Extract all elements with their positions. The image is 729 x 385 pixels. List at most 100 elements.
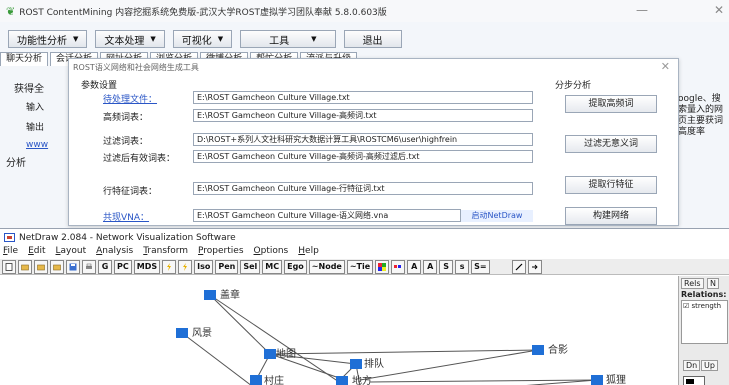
node-size-equal-button[interactable]: S=: [471, 259, 490, 274]
menu-transform[interactable]: Transform: [143, 246, 188, 259]
print-icon[interactable]: [82, 259, 96, 274]
node-label-fengjing: 风景: [192, 327, 212, 339]
open-folder-icon[interactable]: [34, 259, 48, 274]
graph-button[interactable]: G: [98, 259, 112, 274]
menu-edit[interactable]: Edit: [28, 246, 45, 259]
filtered-list-label: 过滤后有效词表：: [103, 154, 176, 164]
not-tie-button[interactable]: ~Tie: [346, 259, 374, 274]
menu-tools[interactable]: 工具 ▼: [240, 30, 336, 48]
menu-layout[interactable]: Layout: [56, 246, 87, 259]
mc-button[interactable]: MC: [262, 259, 283, 274]
node-cunzhuang[interactable]: [250, 375, 262, 385]
color-picker[interactable]: [683, 376, 705, 385]
rost-menu-bar: 功能性分析 ▼ 文本处理 ▼ 可视化 ▼ 工具 ▼ 退出: [8, 30, 402, 48]
label-size-a-small-button[interactable]: A: [423, 259, 438, 274]
relation-checkbox-icon[interactable]: ☑: [683, 302, 689, 310]
down-button[interactable]: Dn: [683, 360, 701, 371]
background-description-text: oogle、搜索量入的网页主要获词高度率: [678, 94, 724, 137]
node-fengjing[interactable]: [176, 328, 188, 338]
arrow-right-icon[interactable]: [527, 259, 542, 274]
node-difang[interactable]: [336, 376, 348, 385]
menu-analysis[interactable]: Analysis: [96, 246, 133, 259]
pen-button[interactable]: Pen: [215, 259, 239, 274]
edge-gaizhang-ditu: [209, 294, 271, 355]
node-label-ditu: 地图: [276, 347, 296, 360]
field-value: E:\ROST Gamcheon Culture Village-高频词.txt: [197, 111, 377, 120]
filter-useless-button[interactable]: 过滤无意义词: [565, 135, 657, 153]
menu-visualization[interactable]: 可视化 ▼: [172, 30, 233, 48]
launch-netdraw-link[interactable]: 启动NetDraw: [461, 210, 533, 222]
save-icon[interactable]: [66, 259, 80, 274]
relations-list[interactable]: ☑ strength: [681, 300, 728, 344]
up-button[interactable]: Up: [701, 360, 718, 371]
not-node-button[interactable]: ~Node: [308, 259, 345, 274]
menu-options[interactable]: Options: [254, 246, 289, 259]
node-huli[interactable]: [591, 375, 603, 385]
high-freq-field[interactable]: E:\ROST Gamcheon Culture Village-高频词.txt…: [193, 109, 533, 122]
tab-nodes[interactable]: N: [707, 278, 719, 289]
row-features-field[interactable]: E:\ROST Gamcheon Culture Village-行特征词.tx…: [193, 182, 533, 195]
vna-label[interactable]: 共现VNA：: [103, 210, 149, 223]
node-paidui[interactable]: [350, 359, 362, 369]
sel-button[interactable]: Sel: [240, 259, 261, 274]
lightning-icon[interactable]: [162, 259, 177, 274]
pc-button[interactable]: PC: [114, 259, 132, 274]
edge-ditu-heying: [269, 349, 539, 355]
menu-label: 功能性分析: [17, 35, 67, 47]
lightning-alt-icon[interactable]: [178, 259, 193, 274]
minimize-icon[interactable]: —: [636, 3, 648, 17]
netdraw-toolbar: G PC MDS Iso Pen Sel MC Ego ~Node ~Tie A…: [0, 259, 729, 275]
network-canvas[interactable]: 盖章 风景 地图 排队 合影 村庄 地方 狐狸: [0, 276, 676, 385]
node-ditu[interactable]: [264, 349, 276, 359]
close-icon[interactable]: ✕: [661, 60, 670, 73]
filtered-list-field[interactable]: E:\ROST Gamcheon Culture Village-高频词-高频过…: [193, 150, 533, 163]
group-title-analysis: 分析: [6, 158, 26, 169]
rost-title-bar: ❦ ROST ContentMining 内容挖掘系统免费版-武汉大学ROST虚…: [0, 0, 729, 22]
rost-window-title: ROST ContentMining 内容挖掘系统免费版-武汉大学ROST虚拟学…: [19, 7, 387, 18]
node-gaizhang[interactable]: [204, 290, 216, 300]
field-value: E:\ROST Gamcheon Culture Village-语义网络.vn…: [197, 211, 389, 220]
node-label-paidui: 排队: [364, 357, 384, 370]
node-heying[interactable]: [532, 345, 544, 355]
menu-label: 退出: [362, 35, 383, 47]
menu-file[interactable]: File: [3, 246, 18, 259]
network-nodes: 盖章 风景 地图 排队 合影 村庄 地方 狐狸: [176, 288, 626, 385]
menu-functional-analysis[interactable]: 功能性分析 ▼: [8, 30, 88, 48]
new-file-icon[interactable]: [2, 259, 16, 274]
source-file-label[interactable]: 待处理文件：: [103, 92, 157, 105]
node-size-s-small-button[interactable]: s: [455, 259, 470, 274]
ego-button[interactable]: Ego: [284, 259, 307, 274]
open-folder-icon[interactable]: [18, 259, 32, 274]
close-icon[interactable]: ✕: [714, 3, 724, 17]
network-graph[interactable]: 盖章 风景 地图 排队 合影 村庄 地方 狐狸: [0, 276, 676, 385]
rost-left-panel: 获得全 输入 输出 www 分析: [0, 68, 70, 220]
menu-text-processing[interactable]: 文本处理 ▼: [95, 30, 165, 48]
tab-chat-analysis[interactable]: 聊天分析: [0, 52, 49, 66]
build-network-button[interactable]: 构建网络: [565, 207, 657, 225]
node-attribute-icon[interactable]: [391, 259, 406, 274]
iso-button[interactable]: Iso: [194, 259, 214, 274]
open-folder-a-icon[interactable]: [50, 259, 64, 274]
source-file-field[interactable]: E:\ROST Gamcheon Culture Village.txt ···: [193, 91, 533, 104]
param-settings-header: 参数设置: [81, 81, 118, 91]
line-style-icon[interactable]: [511, 259, 526, 274]
node-size-s-button[interactable]: S: [439, 259, 454, 274]
node-label-difang: 地方: [352, 374, 372, 385]
color-grid-icon[interactable]: [375, 259, 390, 274]
vna-field[interactable]: E:\ROST Gamcheon Culture Village-语义网络.vn…: [193, 209, 461, 222]
website-link[interactable]: www: [26, 140, 48, 150]
label-size-a-button[interactable]: A: [407, 259, 422, 274]
relation-item: strength: [691, 302, 721, 310]
filter-list-field[interactable]: D:\ROST+系列人文社科研究大数据计算工具\ROSTCM6\user\hig…: [193, 133, 533, 146]
output-label: 输出: [26, 123, 45, 133]
edge-huli-difang: [369, 379, 598, 383]
extract-high-freq-button[interactable]: 提取高频词: [565, 95, 657, 113]
extract-row-features-button[interactable]: 提取行特征: [565, 176, 657, 194]
network-edges: [181, 294, 598, 385]
mds-button[interactable]: MDS: [133, 259, 161, 274]
menu-exit[interactable]: 退出: [343, 30, 402, 48]
menu-help[interactable]: Help: [298, 246, 319, 259]
tab-rels[interactable]: Rels: [681, 278, 704, 289]
chevron-down-icon: ▼: [311, 35, 317, 43]
menu-properties[interactable]: Properties: [198, 246, 244, 259]
